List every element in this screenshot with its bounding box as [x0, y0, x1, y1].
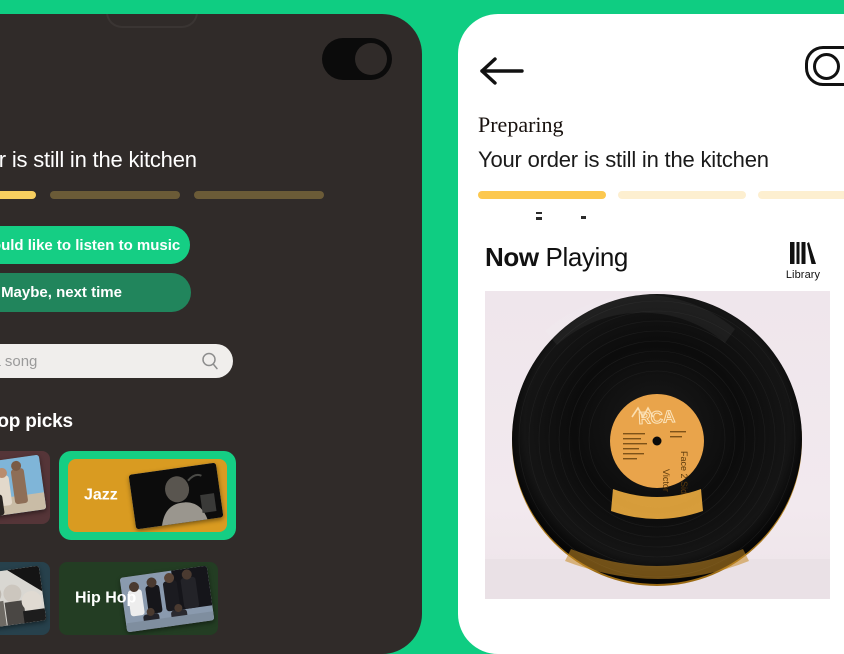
library-books-icon: [773, 236, 833, 264]
progress-step: [478, 191, 606, 199]
genre-tile-hip-hop[interactable]: Hip Hop: [59, 562, 218, 635]
light-topbar: [478, 46, 844, 96]
svg-text:Victor: Victor: [661, 469, 671, 492]
genre-tile-row: Pop: [0, 451, 247, 540]
search-icon[interactable]: [201, 352, 219, 370]
pop-band-photo: [0, 454, 47, 521]
genre-tile-grid: Pop: [0, 451, 247, 654]
svg-text:Face 2 Side: Face 2 Side: [679, 451, 689, 499]
dark-screen-content: Preparing Your order is still in the kit…: [0, 14, 422, 654]
screen-root: Preparing Your order is still in the kit…: [0, 0, 844, 654]
dark-phone-screen: Preparing Your order is still in the kit…: [0, 14, 422, 654]
progress-step: [758, 191, 844, 199]
progress-step: [618, 191, 746, 199]
light-screen-content: Preparing Your order is still in the kit…: [458, 14, 844, 654]
light-phone-screen: Preparing Your order is still in the kit…: [458, 14, 844, 654]
album-art-vinyl-record[interactable]: RCA Face 2 Side Victor: [485, 291, 830, 599]
order-status-light: Preparing Your order is still in the kit…: [478, 114, 844, 199]
order-status-subtitle: Your order is still in the kitchen: [0, 147, 197, 172]
now-playing-heading: Now Playing: [485, 242, 628, 273]
listen-to-music-button[interactable]: Yes, I would like to listen to music: [0, 226, 190, 264]
genre-tile-pop[interactable]: Pop: [0, 451, 50, 524]
genre-tile-jazz-selected[interactable]: Jazz: [59, 451, 236, 540]
theme-toggle-light[interactable]: [805, 46, 844, 86]
genre-tile-label: Jazz: [84, 486, 118, 504]
toggle-knob: [813, 53, 840, 80]
search-input[interactable]: [0, 351, 201, 371]
order-progress-steps: [478, 191, 844, 199]
order-status-dark: Preparing Your order is still in the kit…: [0, 114, 422, 199]
genre-tile-row: Hard Rock: [0, 562, 247, 635]
order-status-subtitle: Your order is still in the kitchen: [478, 147, 769, 172]
clipped-text-artifact: [536, 210, 656, 224]
progress-step: [194, 191, 324, 199]
genre-tile-hard-rock[interactable]: Hard Rock: [0, 562, 50, 635]
dark-topbar: [0, 38, 398, 90]
now-playing-bold: Now: [485, 242, 539, 272]
library-button[interactable]: Library: [773, 236, 833, 281]
now-playing-regular: Playing: [538, 242, 629, 272]
order-status-title: Preparing: [0, 114, 422, 136]
toggle-knob: [355, 43, 387, 75]
search-bar[interactable]: [0, 344, 233, 378]
top-picks-heading: Foodiecart top picks: [0, 411, 73, 432]
genre-tile-label: Hip Hop: [75, 589, 137, 607]
theme-toggle-dark[interactable]: [322, 38, 392, 80]
jazz-musician-photo: [128, 462, 224, 529]
progress-step: [50, 191, 180, 199]
svg-text:RCA: RCA: [638, 407, 676, 428]
maybe-next-time-button[interactable]: Maybe, next time: [0, 273, 191, 312]
order-progress-steps: [0, 191, 422, 199]
order-status-title: Preparing: [478, 112, 564, 137]
library-label: Library: [785, 269, 821, 281]
back-arrow-icon[interactable]: [478, 54, 526, 88]
progress-step: [0, 191, 36, 199]
rock-band-photo: [0, 565, 47, 632]
